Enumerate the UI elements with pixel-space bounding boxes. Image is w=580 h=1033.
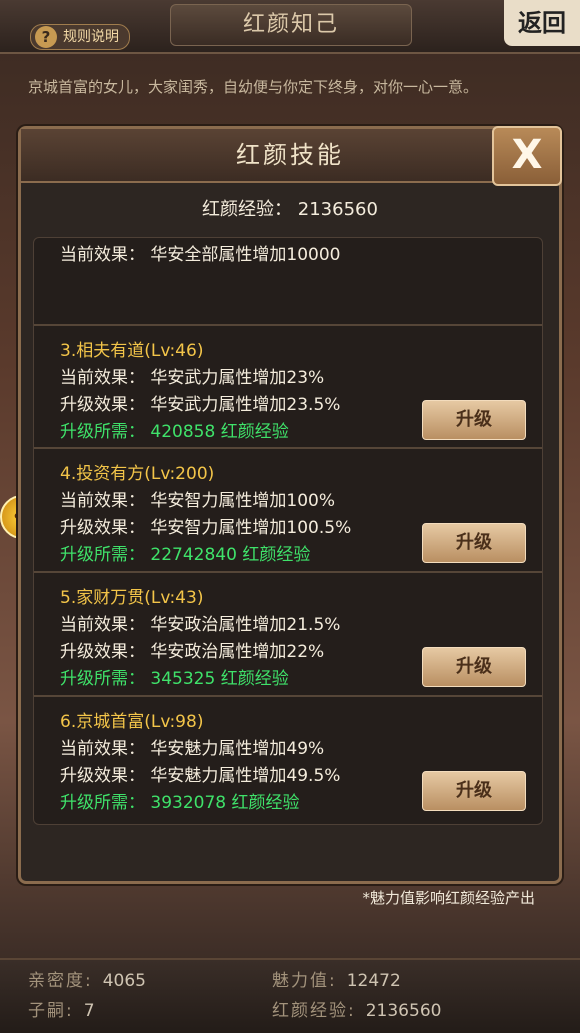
upgrade-button[interactable]: 升级 xyxy=(422,400,526,440)
exp-value: 2136560 xyxy=(297,199,378,220)
current-effect: 当前效果： 华安武力属性增加23% xyxy=(60,368,325,388)
upgrade-button[interactable]: 升级 xyxy=(422,771,526,811)
heirs-stat: 子嗣: 7 xyxy=(28,1001,95,1021)
character-intro: 京城首富的女儿，大家闺秀，自幼便与你定下终身，对你一心一意。 xyxy=(28,78,479,96)
skill-name: 4.投资有方(Lv:200) xyxy=(60,464,215,484)
skill-list[interactable]: 当前效果： 华安全部属性增加10000 3.相夫有道(Lv:46) 当前效果： … xyxy=(33,237,543,825)
current-effect: 当前效果： 华安政治属性增加21.5% xyxy=(60,615,341,635)
exp-label: 红颜经验： xyxy=(202,199,293,220)
skill-card: 当前效果： 华安全部属性增加10000 xyxy=(34,238,542,326)
upgrade-cost: 升级所需： 420858 红颜经验 xyxy=(60,422,289,442)
current-effect: 当前效果： 华安智力属性增加100% xyxy=(60,491,336,511)
rules-label: 规则说明 xyxy=(63,29,119,45)
stats-bar: 亲密度: 4065 魅力值: 12472 子嗣: 7 红颜经验: 2136560 xyxy=(0,958,580,1033)
footnote: *魅力值影响红颜经验产出 xyxy=(362,889,535,907)
top-bar: ? 规则说明 红颜知己 返回 xyxy=(0,0,580,54)
skill-name: 6.京城首富(Lv:98) xyxy=(60,712,204,732)
rules-button[interactable]: ? 规则说明 xyxy=(30,24,130,50)
current-effect: 当前效果： 华安魅力属性增加49% xyxy=(60,739,325,759)
upgrade-cost: 升级所需： 345325 红颜经验 xyxy=(60,669,289,689)
intimacy-stat: 亲密度: 4065 xyxy=(28,971,146,991)
upgrade-effect: 升级效果： 华安政治属性增加22% xyxy=(60,642,325,662)
back-button[interactable]: 返回 xyxy=(504,0,580,46)
upgrade-effect: 升级效果： 华安魅力属性增加49.5% xyxy=(60,766,341,786)
skill-name: 3.相夫有道(Lv:46) xyxy=(60,341,204,361)
skills-modal: 红颜技能 X 红颜经验： 2136560 当前效果： 华安全部属性增加10000… xyxy=(18,126,562,907)
page-title: 红颜知己 xyxy=(170,4,412,46)
exp-stat: 红颜经验: 2136560 xyxy=(272,1001,442,1021)
question-icon: ? xyxy=(35,26,57,48)
upgrade-cost: 升级所需： 3932078 红颜经验 xyxy=(60,793,300,813)
upgrade-cost: 升级所需： 22742840 红颜经验 xyxy=(60,545,311,565)
close-icon[interactable]: X xyxy=(492,126,562,186)
upgrade-button[interactable]: 升级 xyxy=(422,647,526,687)
upgrade-button[interactable]: 升级 xyxy=(422,523,526,563)
skill-name: 5.家财万贯(Lv:43) xyxy=(60,588,204,608)
upgrade-effect: 升级效果： 华安智力属性增加100.5% xyxy=(60,518,352,538)
charm-stat: 魅力值: 12472 xyxy=(272,971,401,991)
current-effect: 当前效果： 华安全部属性增加10000 xyxy=(60,245,341,265)
exp-summary: 红颜经验： 2136560 xyxy=(21,195,559,221)
skill-card: 4.投资有方(Lv:200) 当前效果： 华安智力属性增加100% 升级效果： … xyxy=(34,449,542,573)
upgrade-effect: 升级效果： 华安武力属性增加23.5% xyxy=(60,395,341,415)
modal-title: 红颜技能 xyxy=(236,141,344,169)
skill-card: 3.相夫有道(Lv:46) 当前效果： 华安武力属性增加23% 升级效果： 华安… xyxy=(34,326,542,449)
skill-card: 5.家财万贯(Lv:43) 当前效果： 华安政治属性增加21.5% 升级效果： … xyxy=(34,573,542,697)
skill-card: 6.京城首富(Lv:98) 当前效果： 华安魅力属性增加49% 升级效果： 华安… xyxy=(34,697,542,824)
modal-header: 红颜技能 xyxy=(21,129,559,183)
